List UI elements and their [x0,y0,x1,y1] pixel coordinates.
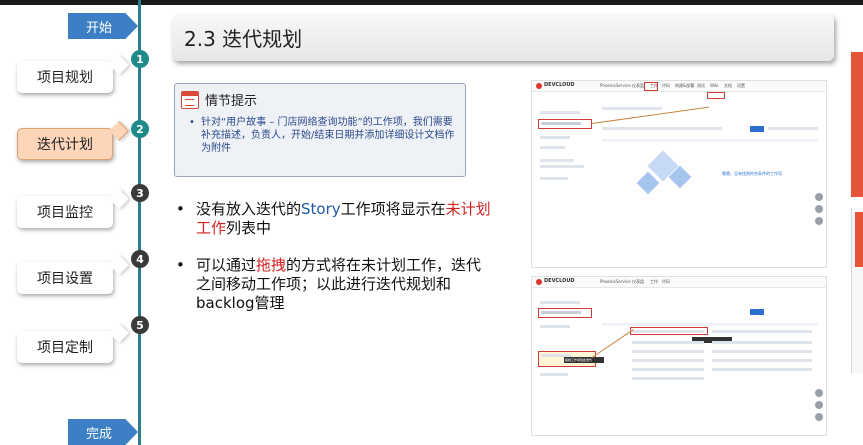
nav-item: 测试 [697,83,705,88]
tip-header: 情节提示 [181,90,257,109]
sidebar-line [540,136,570,139]
sidebar-line [540,165,584,168]
table-row[interactable] [632,359,704,362]
bullet-highlight-story: Story [301,200,341,218]
highlight-box [707,92,725,99]
calendar-icon [181,90,199,109]
header-line [602,107,662,110]
side-panel-edge [851,52,863,197]
step-project-settings[interactable]: 项目设置 [17,262,113,294]
nav-item: PhoenixService [600,279,631,284]
create-button[interactable] [750,309,764,315]
start-marker: 开始 [68,13,138,39]
table-row-meta [712,350,812,353]
nav-item: 仪表盘 [632,279,644,284]
nav-item: 仪表盘 [632,83,644,88]
logo-text: DEVCLOUD [544,278,575,284]
floating-button-icon[interactable] [815,193,823,201]
devcloud-logo-icon [536,279,542,285]
table-row[interactable] [632,330,704,333]
nav-item: 设置 [737,83,745,88]
table-row[interactable] [632,368,704,371]
floating-button-icon[interactable] [815,401,823,409]
sidebar-line [541,122,581,125]
drag-arrow [591,329,634,358]
screenshot-unplanned-list: DEVCLOUD PhoenixService 仪表盘 工作 代码 构建&部署 … [531,80,827,268]
nav-item: 代码 [662,279,670,284]
sidebar-line [540,373,568,376]
bullet-text: 可以通过 [196,256,257,274]
tip-box: 情节提示 • 针对“用户故事 – 门店网络查询功能”的工作项，我们需要补充描述，… [174,83,466,177]
step-number-4: 4 [131,250,149,268]
table-row-meta [712,359,812,362]
bullet-text: 没有放入迭代的 [196,200,302,218]
table-row[interactable] [632,350,704,353]
floating-button-icon[interactable] [815,413,823,421]
sidebar-line [540,301,580,304]
nav-item: 文档 [724,83,732,88]
nav-item: 代码 [662,83,670,88]
sidebar-line [540,177,568,180]
bullet-item-unplanned: • 没有放入迭代的Story工作项将显示在未计划工作列表中 [176,200,496,238]
floating-button-icon[interactable] [815,217,823,225]
step-number-5: 5 [131,316,149,334]
bullet-text: 列表中 [226,219,272,237]
highlight-box [644,82,658,91]
tip-text: • 针对“用户故事 – 门店网络查询功能”的工作项，我们需要补充描述，负责人，开… [189,116,459,155]
step-number-3: 3 [131,184,149,202]
table-header [602,139,818,142]
table-row-meta [712,368,812,371]
step-number-1: 1 [131,50,149,68]
slide-title-bar: 2.3 迭代规划 [172,14,834,61]
tip-bullet: • [189,117,195,128]
logo-text: DEVCLOUD [544,82,575,88]
nav-item: 工作 [650,279,658,284]
sidebar-line [540,111,580,114]
table-header [602,323,818,326]
table-row-meta [712,341,812,344]
sidebar-line [540,146,565,149]
step-project-monitoring[interactable]: 项目监控 [17,196,113,228]
bullet-dot: • [176,200,185,218]
floating-button-icon[interactable] [815,389,823,397]
devcloud-logo-icon [536,83,542,89]
step-project-customization[interactable]: 项目定制 [17,331,113,363]
side-panel-edge [851,208,863,373]
tip-title: 情节提示 [205,94,258,109]
drag-tooltip: 拖拽工作项到此迭代 [564,357,604,363]
nav-item: Wiki [710,83,719,88]
bullet-highlight-drag: 拖拽 [256,256,287,274]
toolbar-line [602,127,722,130]
table-row-meta [712,330,812,333]
tip-body: 针对“用户故事 – 门店网络查询功能”的工作项，我们需要补充描述，负责人，开始/… [201,117,455,154]
bullet-dot: • [176,256,185,274]
screenshot-navbar: DEVCLOUD PhoenixService 仪表盘 工作 代码 [532,277,826,288]
sidebar-line [540,159,574,162]
top-strip [0,0,863,5]
sidebar-line [541,311,581,314]
toolbar-line [768,127,818,130]
empty-state-text: 哦哦，没有找到符合条件的工作项 [722,171,782,176]
slide-title: 2.3 迭代规划 [184,27,303,51]
table-row[interactable] [632,341,704,344]
screenshot-navbar: DEVCLOUD PhoenixService 仪表盘 工作 代码 构建&部署 … [532,81,826,92]
bullet-list: • 没有放入迭代的Story工作项将显示在未计划工作列表中 • 可以通过拖拽的方… [176,200,496,331]
end-marker: 完成 [68,419,138,445]
step-project-planning[interactable]: 项目规划 [17,61,113,93]
bullet-item-drag: • 可以通过拖拽的方式将在未计划工作，迭代之间移动工作项；以此进行迭代规划和ba… [176,256,496,313]
floating-button-icon[interactable] [815,205,823,213]
step-iteration-planning[interactable]: 迭代计划 [17,128,113,160]
step-number-2: 2 [131,120,149,138]
bullet-text: 工作项将显示在 [340,200,446,218]
table-row[interactable] [632,377,704,380]
sidebar-line [540,325,570,328]
nav-item: PhoenixService [600,83,631,88]
create-button[interactable] [750,126,764,132]
screenshot-drag-planning: DEVCLOUD PhoenixService 仪表盘 工作 代码 拖拽工作项到… [531,276,827,436]
nav-item: 构建&部署 [675,83,695,88]
